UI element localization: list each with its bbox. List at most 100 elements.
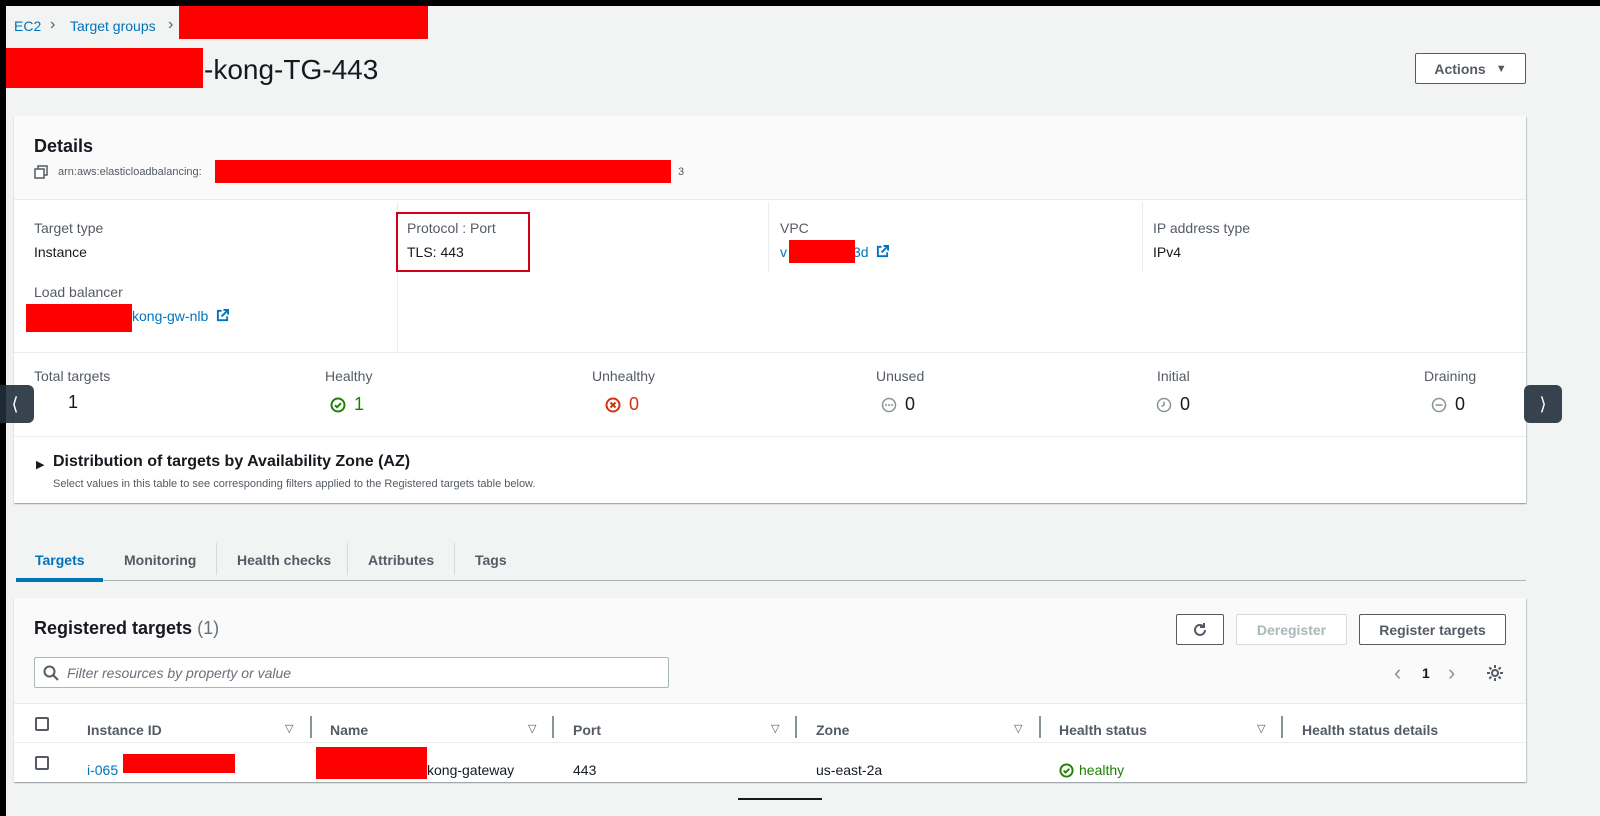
- vpc-prefix: v: [780, 244, 787, 260]
- column-zone[interactable]: Zone: [816, 722, 849, 738]
- column-resizer[interactable]: [310, 716, 312, 738]
- dots-circle-icon: [881, 397, 897, 412]
- redacted-name: [316, 747, 427, 779]
- target-zone: us-east-2a: [816, 762, 883, 778]
- caret-down-icon: ▼: [1495, 62, 1507, 75]
- unused-number: 0: [905, 394, 916, 414]
- unhealthy-number: 0: [629, 394, 640, 414]
- tab-attributes[interactable]: Attributes: [368, 552, 434, 568]
- register-targets-button[interactable]: Register targets: [1359, 614, 1506, 645]
- draining-count[interactable]: 0: [1431, 394, 1465, 415]
- ip-type-value: IPv4: [1153, 244, 1182, 260]
- row-checkbox[interactable]: [35, 756, 49, 770]
- section-divider: [14, 352, 1526, 353]
- total-targets-label: Total targets: [34, 368, 111, 384]
- next-page-icon[interactable]: ›: [1448, 660, 1455, 686]
- protocol-value: TLS: 443: [407, 244, 464, 260]
- column-instance-id[interactable]: Instance ID: [87, 722, 162, 738]
- draining-number: 0: [1455, 394, 1466, 414]
- select-all-checkbox[interactable]: [35, 717, 49, 731]
- sort-down-icon[interactable]: ▽: [528, 722, 536, 735]
- details-heading: Details: [34, 136, 94, 156]
- sort-down-icon[interactable]: ▽: [771, 722, 779, 735]
- details-header: [14, 116, 1526, 200]
- column-resizer[interactable]: [1281, 716, 1283, 738]
- initial-label: Initial: [1157, 368, 1190, 384]
- tab-divider: [454, 543, 455, 575]
- check-circle-icon: [1059, 762, 1074, 778]
- sort-down-icon[interactable]: ▽: [1014, 722, 1022, 735]
- load-balancer-name: kong-gw-nlb: [132, 308, 209, 324]
- copy-icon[interactable]: [34, 165, 48, 179]
- filter-placeholder: Filter resources by property or value: [67, 665, 292, 681]
- x-circle-icon: [605, 397, 621, 412]
- health-status-text: healthy: [1079, 762, 1125, 778]
- sort-down-icon[interactable]: ▽: [285, 722, 293, 735]
- total-targets-number: 1: [68, 392, 79, 412]
- tab-tags[interactable]: Tags: [475, 552, 507, 568]
- check-circle-icon: [330, 397, 346, 412]
- caret-right-icon[interactable]: ▶: [36, 458, 44, 471]
- sort-down-icon[interactable]: ▽: [1257, 722, 1265, 735]
- gear-icon[interactable]: [1486, 664, 1504, 682]
- bottom-edge-marker: [738, 798, 822, 800]
- distribution-toggle[interactable]: Distribution of targets by Availability …: [53, 453, 410, 471]
- column-port[interactable]: Port: [573, 722, 601, 738]
- redacted-vpc: [789, 240, 855, 263]
- previous-arrow-button[interactable]: ⟨: [0, 385, 34, 423]
- unused-count[interactable]: 0: [881, 394, 915, 415]
- tab-health-checks[interactable]: Health checks: [237, 552, 331, 568]
- details-panel: Details arn:aws:elasticloadbalancing: 3 …: [14, 116, 1526, 503]
- chevron-right-icon: ›: [168, 16, 174, 33]
- console-frame: EC2 › Target groups › -kong-TG-443 Actio…: [6, 6, 1600, 816]
- total-targets-value: 1: [68, 392, 78, 413]
- tabs-baseline: [16, 580, 1526, 581]
- previous-page-icon[interactable]: ‹: [1394, 660, 1401, 686]
- protocol-label: Protocol : Port: [407, 220, 496, 236]
- column-health-status[interactable]: Health status: [1059, 722, 1147, 738]
- page-number[interactable]: 1: [1422, 665, 1430, 681]
- chevron-right-icon: ›: [50, 16, 56, 33]
- column-health-status-details[interactable]: Health status details: [1302, 722, 1438, 738]
- search-icon: [43, 665, 59, 681]
- external-link-icon: [877, 245, 890, 258]
- arn-suffix: 3: [678, 166, 685, 178]
- table-header-divider: [14, 742, 1526, 743]
- next-arrow-button[interactable]: ⟩: [1524, 385, 1562, 423]
- distribution-description: Select values in this table to see corre…: [53, 478, 536, 490]
- redacted-title: [6, 48, 203, 88]
- breadcrumb-ec2[interactable]: EC2: [14, 18, 41, 34]
- section-divider: [14, 436, 1526, 437]
- column-resizer[interactable]: [552, 716, 554, 738]
- unused-label: Unused: [876, 368, 925, 384]
- actions-label: Actions: [1434, 60, 1486, 77]
- registered-targets-title-text: Registered targets: [34, 618, 193, 638]
- external-link-icon: [217, 309, 230, 322]
- column-resizer[interactable]: [795, 716, 797, 738]
- tab-targets[interactable]: Targets: [35, 552, 85, 568]
- healthy-count[interactable]: 1: [330, 394, 364, 415]
- redacted-instance-id: [123, 754, 235, 773]
- target-name: kong-gateway: [427, 762, 515, 778]
- column-resizer[interactable]: [1039, 716, 1041, 738]
- page-title-text: -kong-TG-443: [204, 54, 379, 85]
- unhealthy-count[interactable]: 0: [605, 394, 639, 415]
- initial-number: 0: [1180, 394, 1191, 414]
- tab-monitoring[interactable]: Monitoring: [124, 552, 196, 568]
- registered-targets-count: (1): [197, 618, 220, 638]
- actions-button[interactable]: Actions ▼: [1415, 53, 1526, 84]
- registered-targets-panel: Registered targets (1) Deregister Regist…: [14, 598, 1526, 782]
- refresh-button[interactable]: [1176, 614, 1224, 645]
- column-divider: [1142, 202, 1143, 272]
- instance-id-link[interactable]: i-065: [87, 762, 118, 778]
- deregister-button[interactable]: Deregister: [1236, 614, 1347, 645]
- column-name[interactable]: Name: [330, 722, 368, 738]
- filter-input[interactable]: Filter resources by property or value: [34, 657, 669, 688]
- load-balancer-label: Load balancer: [34, 284, 123, 300]
- load-balancer-link[interactable]: kong-gw-nlb: [132, 308, 230, 324]
- breadcrumb-target-groups[interactable]: Target groups: [70, 18, 156, 34]
- vpc-label: VPC: [780, 220, 809, 236]
- registered-targets-title: Registered targets (1): [34, 618, 219, 639]
- health-status: healthy: [1059, 762, 1124, 778]
- initial-count[interactable]: 0: [1156, 394, 1190, 415]
